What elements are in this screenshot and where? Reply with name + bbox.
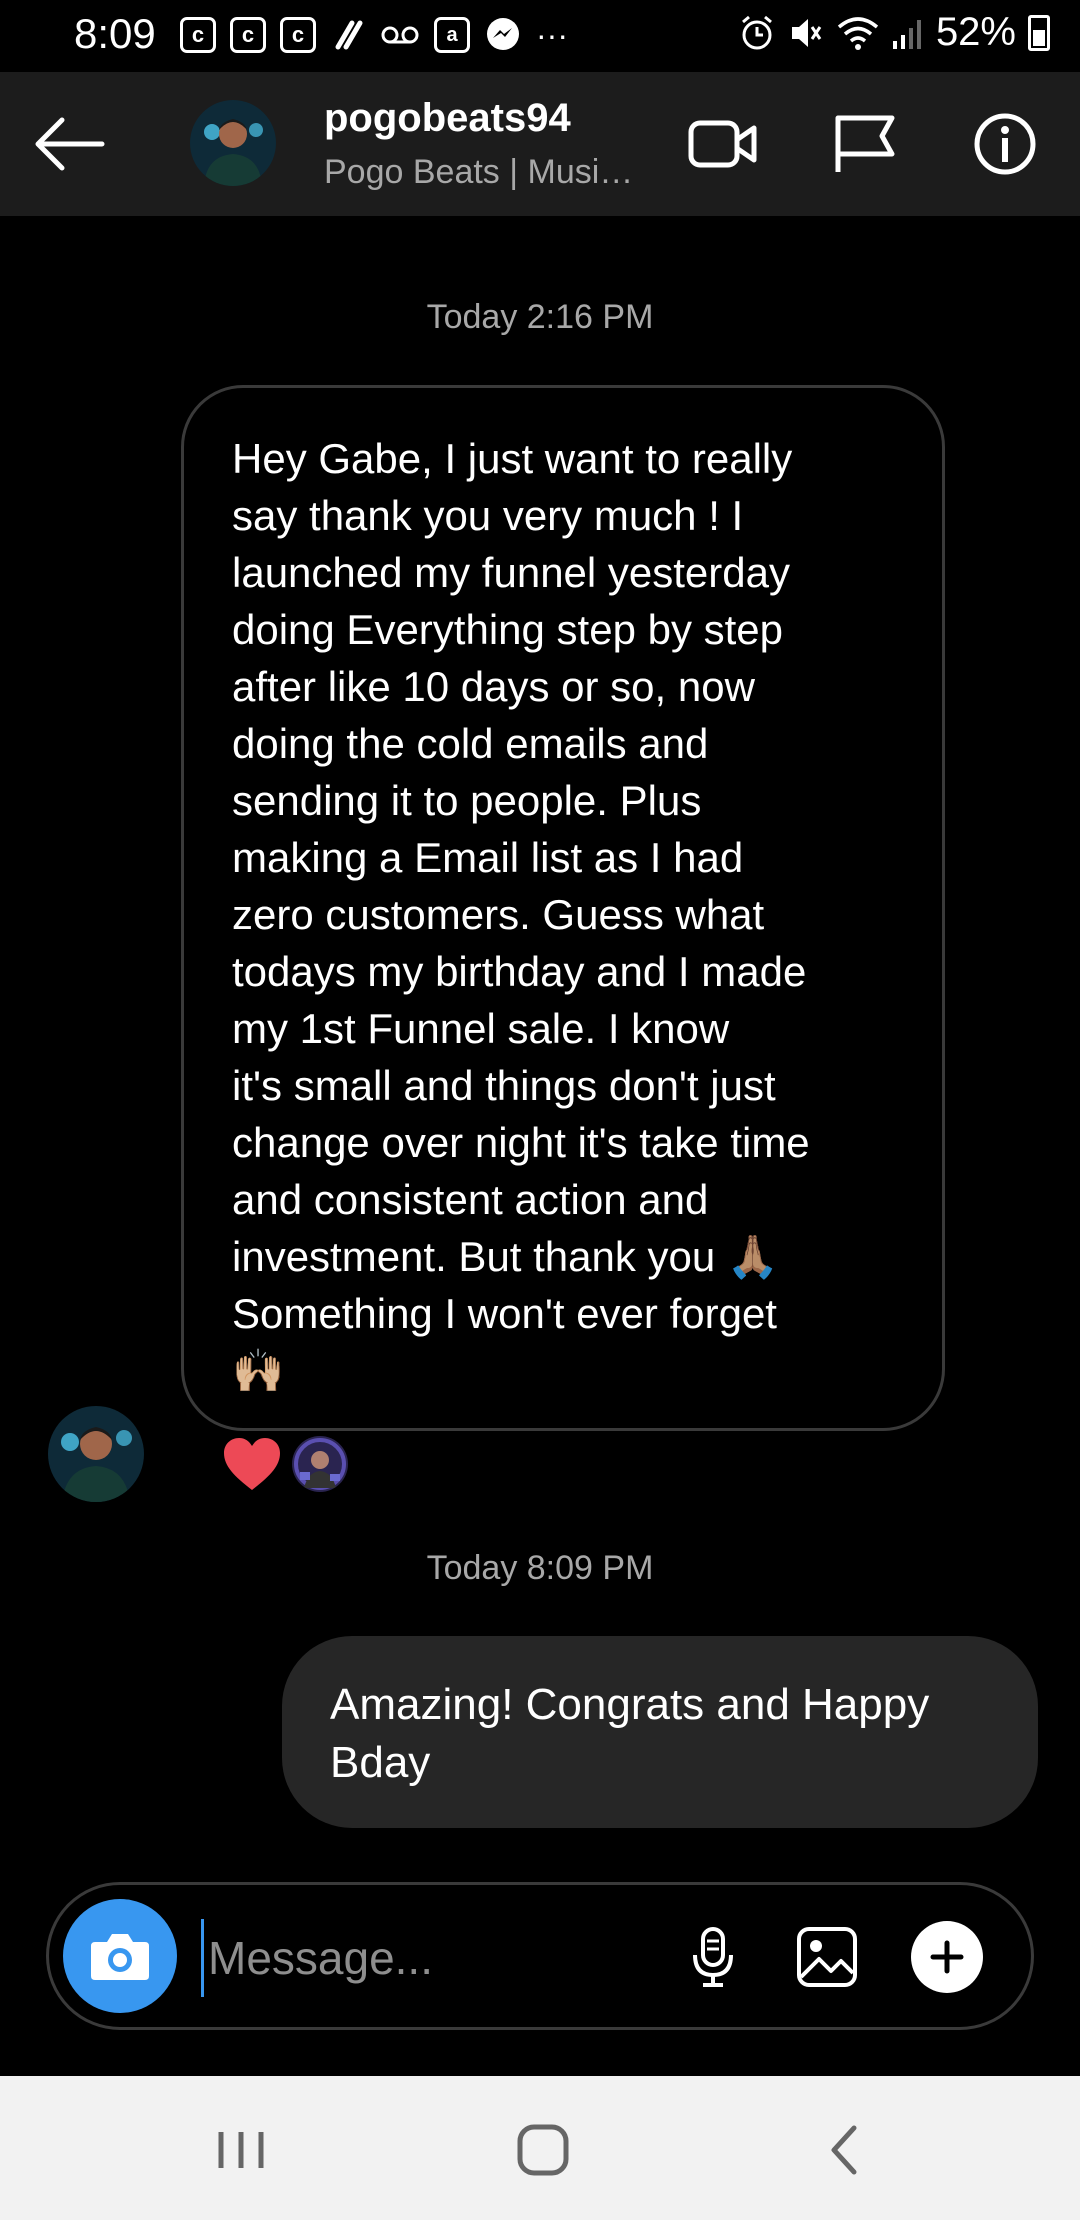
messenger-icon bbox=[487, 18, 519, 50]
message-line: it's small and things don't just bbox=[232, 1062, 776, 1109]
message-composer bbox=[46, 1882, 1034, 2030]
message-line: doing Everything step by step bbox=[232, 606, 784, 653]
message-line: change over night it's take time bbox=[232, 1119, 810, 1166]
camera-button[interactable] bbox=[63, 1899, 177, 2013]
message-line: my 1st Funnel sale. I know bbox=[232, 1005, 730, 1052]
message-line: doing the cold emails and bbox=[232, 720, 709, 767]
message-line: Something I won't ever forget bbox=[232, 1290, 777, 1337]
voicemail-icon bbox=[381, 26, 419, 44]
info-icon[interactable] bbox=[970, 112, 1040, 176]
message-line: 🙌🏼 bbox=[232, 1347, 285, 1394]
message-timestamp: Today 2:16 PM bbox=[426, 298, 654, 336]
status-time: 8:09 bbox=[74, 10, 156, 57]
reactor-avatar bbox=[292, 1436, 348, 1492]
heart-reaction-icon bbox=[224, 1438, 280, 1490]
message-line: and consistent action and bbox=[232, 1176, 709, 1223]
camera-icon bbox=[91, 1934, 149, 1980]
battery-icon bbox=[1028, 14, 1050, 51]
slash-icon bbox=[335, 20, 363, 50]
chat-header: pogobeats94 Pogo Beats | Musi… bbox=[0, 72, 1080, 216]
plus-icon bbox=[930, 1940, 964, 1974]
video-call-icon[interactable] bbox=[688, 112, 758, 176]
message-line: Amazing! Congrats and Happy bbox=[330, 1680, 930, 1729]
flag-icon[interactable] bbox=[830, 112, 900, 176]
chat-user-info[interactable]: pogobeats94 Pogo Beats | Musi… bbox=[324, 96, 633, 192]
c-box-icon: c bbox=[280, 17, 316, 53]
message-reactions[interactable] bbox=[222, 1436, 348, 1492]
message-line: after like 10 days or so, now bbox=[232, 663, 755, 710]
message-line: sending it to people. Plus bbox=[232, 777, 702, 824]
username: pogobeats94 bbox=[324, 96, 571, 140]
c-box-icon: c bbox=[180, 17, 216, 53]
message-line: todays my birthday and I made bbox=[232, 948, 807, 995]
microphone-icon[interactable] bbox=[681, 1925, 745, 1989]
user-subtitle: Pogo Beats | Musi… bbox=[324, 153, 634, 191]
battery-percent: 52% bbox=[935, 10, 1016, 54]
sent-message-bubble[interactable]: Amazing! Congrats and Happy Bday bbox=[282, 1636, 1038, 1828]
notification-icons: c c c a ··· bbox=[180, 16, 568, 54]
message-input[interactable] bbox=[201, 1919, 690, 1997]
message-line: launched my funnel yesterday bbox=[232, 549, 790, 596]
message-line: making a Email list as I had bbox=[232, 834, 744, 881]
alarm-icon bbox=[741, 15, 772, 49]
recent-apps-icon[interactable] bbox=[206, 2120, 276, 2180]
gallery-icon[interactable] bbox=[795, 1925, 859, 1989]
message-line: say thank you very much ! I bbox=[232, 492, 744, 539]
sender-avatar[interactable] bbox=[48, 1406, 144, 1502]
c-box-icon: c bbox=[230, 17, 266, 53]
message-line: investment. But thank you 🙏🏽 bbox=[232, 1233, 780, 1280]
message-line: zero customers. Guess what bbox=[232, 891, 765, 938]
more-options-button[interactable] bbox=[911, 1921, 983, 1993]
message-line: Bday bbox=[330, 1738, 431, 1787]
more-dots-icon: ··· bbox=[536, 17, 568, 53]
message-line: Hey Gabe, I just want to really bbox=[232, 435, 793, 482]
back-arrow-icon[interactable] bbox=[32, 114, 106, 174]
signal-icon bbox=[892, 19, 921, 49]
avatar[interactable] bbox=[190, 100, 276, 186]
status-bar: 8:09 c c c a ··· 52% bbox=[0, 0, 1080, 72]
received-message-bubble[interactable]: Hey Gabe, I just want to really say than… bbox=[181, 385, 945, 1431]
message-timestamp: Today 8:09 PM bbox=[426, 1549, 654, 1587]
system-icons: 52% bbox=[738, 10, 1050, 55]
wifi-icon bbox=[837, 16, 879, 50]
system-navigation-bar bbox=[0, 2076, 1080, 2220]
back-icon[interactable] bbox=[810, 2120, 880, 2180]
mute-icon bbox=[791, 18, 822, 47]
home-icon[interactable] bbox=[508, 2120, 578, 2180]
amazon-icon: a bbox=[434, 17, 470, 53]
